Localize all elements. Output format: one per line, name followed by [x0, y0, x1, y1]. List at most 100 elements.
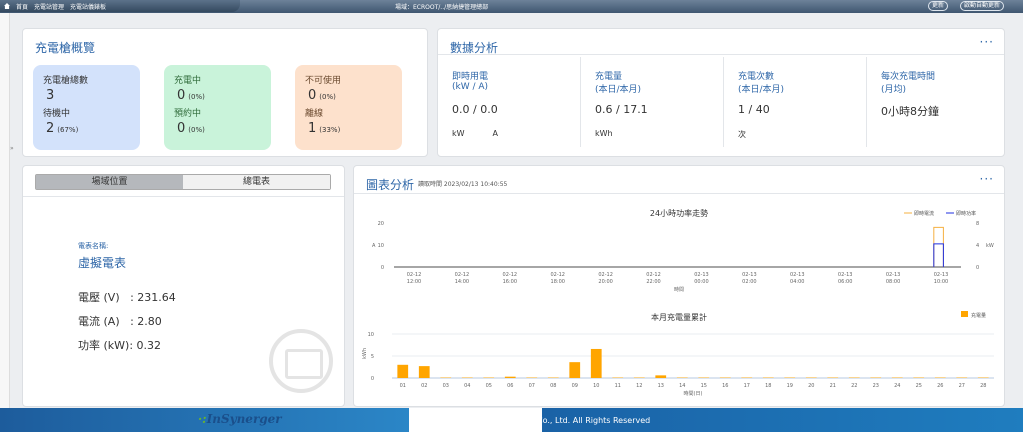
- x-tick-label: 09: [572, 383, 578, 389]
- meter-info: 電表名稱: 虛擬電表 電壓 (V) : 231.64 電流 (A) : 2.80…: [78, 241, 176, 361]
- sidebar-toggle[interactable]: »: [10, 145, 14, 152]
- copyright: @ 2023 InSynerger Technology Co., Ltd. A…: [410, 416, 651, 425]
- card-title: 圖表分析: [366, 178, 415, 192]
- x-tick-label: 02-12: [646, 272, 661, 278]
- x-tick-label: 02-13: [838, 272, 853, 278]
- x-tick-label: 20: [808, 383, 814, 389]
- bar-09: [569, 362, 581, 378]
- stat-percent: (0%): [188, 126, 205, 134]
- stat-label: 充電中: [174, 76, 202, 86]
- stat-label: 充電槍總數: [43, 76, 89, 86]
- stat-value: 0: [177, 121, 186, 136]
- x-axis-label: 時間: [674, 287, 684, 293]
- sidebar: [0, 13, 10, 408]
- y-tick-label: 10: [378, 243, 384, 249]
- x-tick-label: 04:00: [790, 279, 804, 285]
- x-tick-label: 17: [744, 383, 750, 389]
- data-cell: 充電次數 (本日/本月) 1 / 40 次: [724, 57, 867, 147]
- stat-value: 0: [177, 88, 186, 103]
- x-tick-label: 02-12: [550, 272, 565, 278]
- y-axis-label: A: [372, 243, 376, 249]
- stat-value: 3: [46, 88, 55, 103]
- legend-label: 即時電流: [914, 210, 934, 217]
- x-tick-label: 06: [507, 383, 513, 389]
- stat-label: 預約中: [174, 109, 202, 119]
- tab-site-location[interactable]: 場域位置: [36, 175, 183, 189]
- x-tick-label: 19: [787, 383, 793, 389]
- x-tick-label: 14:00: [455, 279, 469, 285]
- footer: ·:InSynerger @ 2023 InSynerger Technolog…: [0, 408, 1023, 432]
- charger-overview-card: 充電槍概覽 充電槍總數 3 待機中 2 (67%) 充電中 0 (0%) 預約中 0…: [22, 28, 428, 157]
- y-tick-label: 5: [371, 354, 374, 360]
- chart-title: 24小時功率走勢: [650, 208, 708, 218]
- x-tick-label: 16:00: [503, 279, 517, 285]
- y-tick-label: 0: [371, 376, 374, 382]
- bar-02: [418, 366, 430, 378]
- cell-unit: [881, 129, 909, 138]
- x-tick-label: 02:00: [742, 279, 756, 285]
- x-tick-label: 15: [701, 383, 707, 389]
- cell-value: 0小時8分鐘: [881, 105, 939, 118]
- x-tick-label: 21: [830, 383, 836, 389]
- more-options-icon[interactable]: ···: [980, 35, 994, 49]
- breadcrumb: 首頁 充電站管理 充電站儀錶板: [0, 0, 240, 12]
- x-tick-label: 18: [765, 383, 771, 389]
- breadcrumb-dashboard: 充電站儀錶板: [70, 3, 107, 11]
- x-tick-label: 02-12: [503, 272, 518, 278]
- x-tick-label: 03: [443, 383, 449, 389]
- cell-unit: kW A: [452, 129, 499, 138]
- x-tick-label: 07: [529, 383, 535, 389]
- tab-main-meter[interactable]: 總電表: [183, 175, 330, 189]
- y-tick-label: 20: [378, 221, 384, 227]
- current-reading: 電流 (A) : 2.80: [78, 315, 162, 328]
- x-tick-label: 14: [679, 383, 685, 389]
- stat-label: 不可使用: [305, 76, 342, 86]
- data-cell: 即時用電 (kW / A) 0.0 / 0.0 kW A: [438, 57, 581, 147]
- x-tick-label: 26: [937, 383, 943, 389]
- y2-axis-label: kW: [986, 243, 994, 249]
- voltage-reading: 電壓 (V) : 231.64: [78, 291, 176, 304]
- card-title: 充電槍概覽: [35, 41, 96, 55]
- data-cell: 每次充電時間 (月均) 0小時8分鐘: [867, 57, 1010, 147]
- x-tick-label: 02-12: [598, 272, 613, 278]
- bar-10: [590, 348, 602, 378]
- home-icon: [4, 3, 10, 9]
- stat-percent: (0%): [188, 93, 205, 101]
- charts-svg: 24小時功率走勢0 010 420 8A kW02-1212:0002-1214:000…: [362, 208, 994, 397]
- y2-tick-label: 8: [976, 221, 979, 227]
- bar-01: [397, 364, 409, 378]
- breadcrumb-home[interactable]: 首頁: [16, 2, 28, 11]
- y-tick-label: 10: [368, 332, 374, 338]
- chart-title: 本月充電量累計: [651, 312, 707, 322]
- stat-value: 0: [308, 88, 317, 103]
- meter-card: 場域位置 總電表 電表名稱: 虛擬電表 電壓 (V) : 231.64 電流 (…: [22, 165, 345, 407]
- x-tick-label: 24: [894, 383, 900, 389]
- auto-refresh-button[interactable]: 啟動自動更新: [960, 1, 1005, 11]
- x-tick-label: 02-13: [934, 272, 949, 278]
- series-line-1: [933, 243, 944, 267]
- x-tick-label: 22: [851, 383, 857, 389]
- x-tick-label: 10:00: [934, 279, 948, 285]
- meter-tabs: 場域位置 總電表: [35, 174, 331, 190]
- y-tick-label: 0: [381, 265, 384, 271]
- cell-label: 充電量 (本日/本月): [595, 72, 642, 95]
- x-tick-label: 11: [615, 383, 621, 389]
- x-tick-label: 12: [636, 383, 642, 389]
- area-label: 場域：ECROOT/../思納捷管理總部: [395, 4, 489, 11]
- data-analysis-card: 數據分析 ··· 即時用電 (kW / A) 0.0 / 0.0 kW A 充電量 …: [437, 28, 1005, 157]
- x-tick-label: 23: [873, 383, 879, 389]
- x-tick-label: 22:00: [646, 279, 660, 285]
- breadcrumb-station-mgmt[interactable]: 充電站管理: [34, 2, 64, 11]
- refresh-button[interactable]: 更新: [928, 1, 949, 11]
- stat-unavailable: 不可使用 0 (0%) 離線 1 (33%): [295, 65, 402, 150]
- x-tick-label: 12:00: [407, 279, 421, 285]
- x-tick-label: 02-13: [790, 272, 805, 278]
- cell-unit: 次: [738, 130, 746, 139]
- insynerger-logo: ·:InSynerger: [198, 412, 282, 426]
- x-tick-label: 13: [658, 383, 664, 389]
- x-tick-label: 02-13: [742, 272, 757, 278]
- more-options-icon[interactable]: ···: [980, 172, 994, 186]
- stat-value: 2: [46, 121, 55, 136]
- x-tick-label: 01: [400, 383, 406, 389]
- x-tick-label: 02-12: [407, 272, 422, 278]
